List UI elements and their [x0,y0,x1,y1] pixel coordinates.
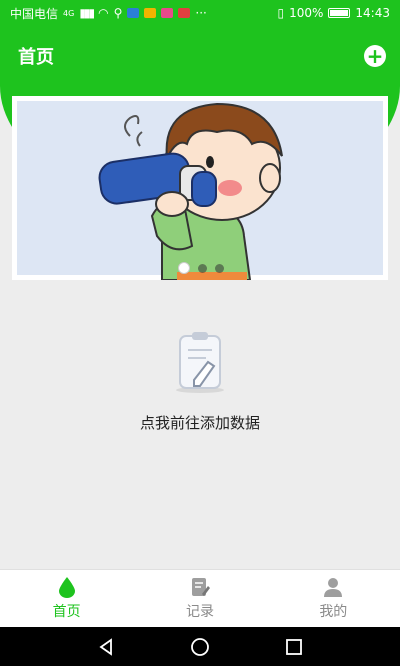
page-title: 首页 [18,47,54,68]
more-icon: ··· [195,6,207,20]
clipboard-pen-icon [176,332,224,393]
shield-app-icon [127,8,140,18]
water-drop-icon [58,577,75,598]
tab-home[interactable]: 首页 [0,570,133,627]
carrier-label: 中国电信 [10,6,59,21]
usb-icon: ⚲ [113,6,123,20]
carousel-dot[interactable] [215,263,224,273]
tab-records-label: 记录 [185,604,214,620]
recents-icon[interactable] [285,638,303,656]
mail-app-icon [178,8,191,18]
carousel-indicator [178,262,224,274]
store-app-icon [161,8,174,18]
battery-icon [328,8,351,18]
add-button[interactable]: + [364,45,386,67]
vibrate-icon: ▯ [277,6,285,20]
system-nav-bar [0,627,400,666]
wifi-icon: ◠ [98,6,109,20]
home-icon[interactable] [190,637,210,657]
carousel-dot[interactable] [178,262,190,274]
bottom-tab-bar: 首页 记录 我的 [0,569,400,627]
tab-profile[interactable]: 我的 [267,570,400,627]
clock: 14:43 [355,6,390,20]
network-label: 4G [63,8,75,18]
tab-records[interactable]: 记录 [133,570,266,627]
user-icon [324,578,343,597]
app-header: 首页 + [0,26,400,86]
battery-percent: 100% [289,6,324,20]
edit-document-icon [191,578,210,596]
plus-circle-icon: + [366,44,384,68]
back-icon[interactable] [97,637,115,656]
banner-carousel[interactable] [12,96,388,280]
boy-drinking-illustration [12,96,388,280]
signal-icon: ▮▮▮ [79,6,95,20]
tab-home-label: 首页 [52,604,81,620]
empty-state[interactable]: 点我前往添加数据 [0,330,400,433]
carousel-dot[interactable] [198,263,207,273]
status-bar: 中国电信 4G ▮▮▮ ◠ ⚲ ··· ▯ 100% 14:43 [0,0,400,26]
color-app-icon [144,8,157,18]
tab-profile-label: 我的 [319,604,348,620]
empty-state-message[interactable]: 点我前往添加数据 [0,412,400,433]
